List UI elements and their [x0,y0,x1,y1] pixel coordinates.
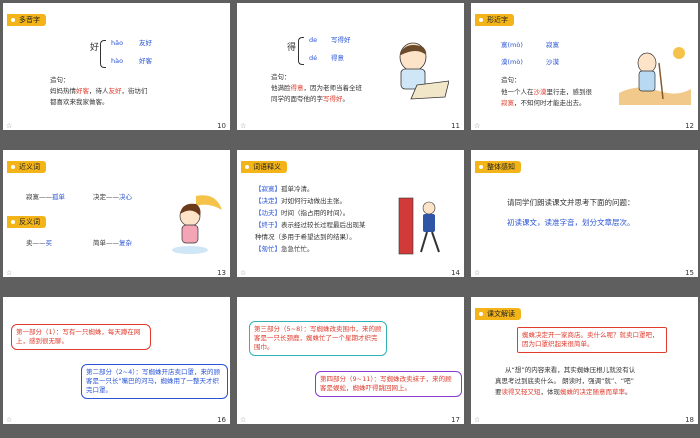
example-label: 造句： [50,76,70,84]
part-box: 第一部分（1）：写有一只蜘蛛，每天蹲在网上，感到很无聊。 [11,324,151,350]
pinyin: hào [111,57,124,65]
brace [298,37,304,65]
char-row: 寞(mò) [501,41,523,49]
slide-thumb-16[interactable]: 第一部分（1）：写有一只蜘蛛，每天蹲在网上，感到很无聊。 第二部分（2~4）：写… [3,297,230,424]
syn-row: 寂寞——孤单 [26,193,65,201]
section-tag: 多音字 [7,14,46,26]
example-line: 妈妈热情好客，待人友好，街坊们 [50,87,148,95]
pinyin: de [309,36,318,44]
char-row: 漠(mò) [501,58,523,66]
char: 得 [287,43,297,53]
pinyin: dé [309,54,318,62]
slide-thumb-15[interactable]: 整体感知 请同学们朗读课文并思考下面的问题： 初读课文，读准字音，划分文章层次。… [471,150,698,277]
def-row: 【决定】对如何行动做出主张。 [255,197,346,205]
section-tag: 近义词 [7,161,46,173]
example-line: 寂寞，不知何时才能走出去。 [501,99,586,107]
word: 友好 [139,39,152,47]
word: 得意 [331,54,344,62]
def-row: 种情况（多用于希望达到的结果）。 [255,233,356,241]
example-label: 造句： [271,73,291,81]
slide-thumb-11[interactable]: 得 de 写得好 dé 得意 造句： 他满脸得意，因为老师当着全班 同学的面夸他… [237,3,464,130]
part-box: 第三部分（5~8）：写蜘蛛改卖围巾，来的顾客是一只长颈鹿，蜘蛛忙了一个星期才织完… [249,321,387,356]
def-row: 【寂寞】孤单冷清。 [255,185,314,193]
slide-thumb-18[interactable]: 课文解读 蜘蛛决定开一家商店。卖什么呢？就卖口罩吧，因为口罩织起来很简单。 从“… [471,297,698,424]
example-line: 他满脸得意，因为老师当着全班 [271,84,362,92]
def-row: 【功夫】时间（指占用的时间）。 [255,209,350,217]
slide-number: 16 [217,416,226,424]
slide-number: 13 [217,269,226,277]
slide-number: 17 [451,416,460,424]
desert-boy-illustration [619,47,691,105]
answer: 初读课文，读准字音，划分文章层次。 [507,218,635,227]
paragraph-line: 从“想”的内容来看，其实蜘蛛压根儿就没有认 [505,366,636,374]
example-line: 同学的面夸他的字写得好。 [271,95,349,103]
slide-number: 15 [685,269,694,277]
example-line: 他一个人在沙漠里行走，感到很 [501,88,592,96]
slide-thumb-14[interactable]: 词语释义 【寂寞】孤单冷清。 【决定】对如何行动做出主张。 【功夫】时间（指占用… [237,150,464,277]
part-box: 第二部分（2~4）：写蜘蛛开店卖口罩，来的顾客是一只长"嘴巴的河马，蜘蛛用了一整… [81,364,228,399]
quote-box: 蜘蛛决定开一家商店。卖什么呢？就卖口罩吧，因为口罩织起来很简单。 [517,327,667,353]
example-line: 都喜欢来我家做客。 [50,98,109,106]
part-box: 第四部分（9~11）：写蜘蛛改卖袜子，来的顾客是蜈蚣，蜘蛛吓得跳回网上。 [315,371,462,397]
person-at-door-illustration [398,197,440,255]
def-row: 【终于】表示经过较长过程最后出现某 [255,221,366,229]
brace [100,40,106,68]
slide-thumb-12[interactable]: 形近字 寞(mò) 寂寞 漠(mò) 沙漠 造句： 他一个人在沙漠里行走，感到很… [471,3,698,130]
boy-writing-illustration [399,42,449,100]
slide-number: 11 [451,122,460,130]
question: 请同学们朗读课文并思考下面的问题： [507,198,635,207]
paragraph-line: 真思考过到底卖什么。 朗读时，强调“就”、“吧” [495,377,635,385]
syn-row: 决定——决心 [93,193,132,201]
ant-row: 简单——复杂 [93,239,132,247]
word: 沙漠 [546,58,559,66]
section-tag: 整体感知 [475,161,521,173]
word: 写得好 [331,36,351,44]
section-tag: 形近字 [475,14,514,26]
example-label: 造句： [501,76,521,84]
slide-thumb-13[interactable]: 近义词 寂寞——孤单 决定——决心 反义词 卖——买 简单——复杂 ☆ 13 [3,150,230,277]
paragraph-line: 要读得又轻又短，体现蜘蛛的决定随意而草率。 [495,388,632,396]
slide-number: 18 [685,416,694,424]
slide-number: 12 [685,122,694,130]
char: 好 [90,43,100,53]
section-tag: 反义词 [7,216,46,228]
slide-number: 14 [451,269,460,277]
word: 好客 [139,57,152,65]
ant-row: 卖——买 [26,239,52,247]
section-tag: 词语释义 [241,161,287,173]
slide-number: 10 [217,122,226,130]
def-row: 【匆忙】急急忙忙。 [255,245,314,253]
word: 寂寞 [546,41,559,49]
slide-thumb-17[interactable]: 第三部分（5~8）：写蜘蛛改卖围巾，来的顾客是一只长颈鹿，蜘蛛忙了一个星期才织完… [237,297,464,424]
pinyin: hǎo [111,39,124,47]
section-tag: 课文解读 [475,308,521,320]
girl-with-umbrella-illustration [172,195,222,254]
slide-thumb-10[interactable]: 多音字 好 hǎo 友好 hào 好客 造句： 妈妈热情好客，待人友好，街坊们 … [3,3,230,130]
